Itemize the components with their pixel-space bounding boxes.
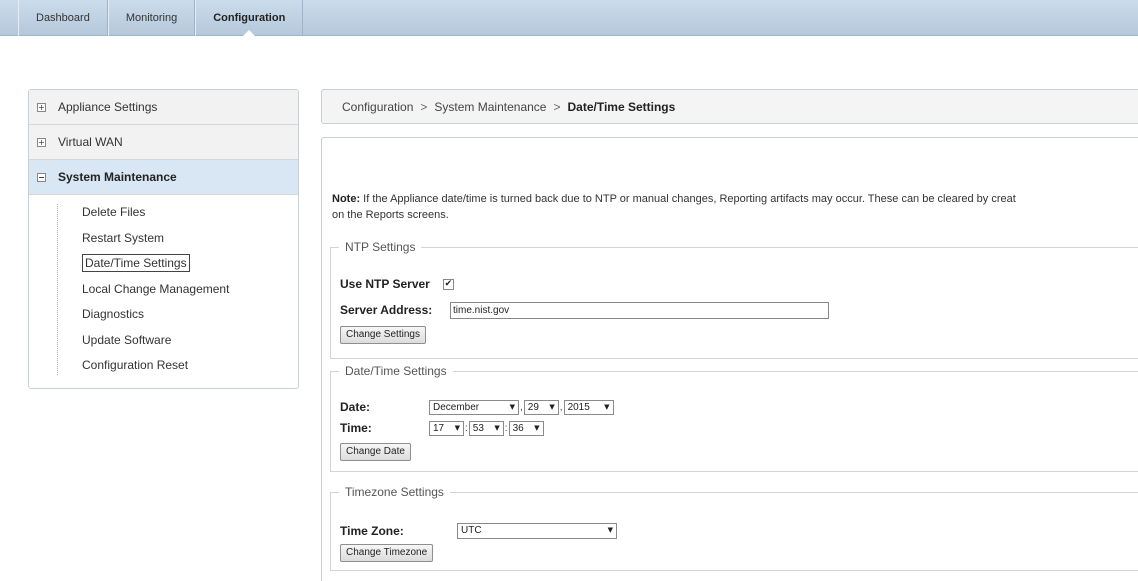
use-ntp-label: Use NTP Server — [340, 277, 430, 291]
date-time-settings-legend: Date/Time Settings — [345, 364, 447, 378]
timezone-value: UTC — [461, 525, 482, 536]
note-label: Note: — [332, 193, 361, 205]
breadcrumb-current-page: Date/Time Settings — [567, 99, 676, 114]
dropdown-arrow-icon: ▼ — [454, 423, 460, 432]
breadcrumb: Configuration > System Maintenance > Dat… — [321, 89, 1138, 124]
minute-select[interactable]: 53 ▼ — [468, 420, 504, 436]
change-date-row: Change Date — [340, 443, 411, 461]
year-select[interactable]: 2015 ▼ — [563, 399, 614, 415]
note-text: Note: If the Appliance date/time is turn… — [332, 191, 1138, 223]
change-timezone-button[interactable]: Change Timezone — [340, 544, 434, 562]
month-value: December — [433, 401, 480, 413]
sidebar-item-configuration-reset[interactable]: Configuration Reset — [37, 353, 298, 379]
date-label: Date: — [340, 400, 371, 414]
use-ntp-row: Use NTP Server ✔ — [340, 275, 454, 293]
dropdown-arrow-icon: ▼ — [509, 402, 515, 411]
tab-monitoring[interactable]: Monitoring — [107, 0, 196, 36]
collapse-icon[interactable]: − — [37, 172, 46, 182]
sidebar-item-update-software[interactable]: Update Software — [37, 328, 298, 354]
tab-dashboard[interactable]: Dashboard — [18, 0, 108, 36]
sidebar-item-label: Delete Files — [82, 205, 146, 219]
sidebar-item-label: Appliance Settings — [58, 100, 158, 114]
sidebar-item-diagnostics[interactable]: Diagnostics — [37, 302, 298, 328]
hour-select[interactable]: 17 ▼ — [429, 420, 464, 436]
sidebar-item-label: Local Change Management — [82, 281, 230, 296]
change-settings-button[interactable]: Change Settings — [340, 326, 426, 344]
server-address-label: Server Address: — [340, 303, 433, 317]
day-value: 29 — [527, 401, 539, 413]
sidebar-item-label: Update Software — [82, 332, 172, 347]
month-select[interactable]: December ▼ — [429, 399, 519, 415]
use-ntp-checkbox[interactable]: ✔ — [442, 278, 454, 290]
day-select[interactable]: 29 ▼ — [523, 399, 559, 415]
ntp-settings-legend: NTP Settings — [345, 240, 416, 254]
top-nav-bar: Dashboard Monitoring Configuration — [0, 0, 1138, 37]
second-value: 36 — [512, 422, 524, 434]
sidebar-item-restart-system[interactable]: Restart System — [37, 226, 298, 252]
sidebar-submenu: Delete Files Restart System Date/Time Se… — [29, 200, 298, 379]
date-time-settings-group: Date/Time Settings — [330, 364, 1138, 472]
dropdown-arrow-icon: ▼ — [607, 526, 613, 534]
sidebar-item-label: Diagnostics — [82, 307, 145, 321]
sidebar-item-label: Configuration Reset — [82, 358, 189, 372]
sidebar-item-system-maintenance[interactable]: − System Maintenance — [29, 160, 298, 195]
breadcrumb-separator-icon: > — [553, 99, 561, 114]
note-line-2: on the Reports screens. — [332, 209, 449, 221]
breadcrumb-configuration[interactable]: Configuration — [342, 100, 413, 114]
second-select[interactable]: 36 ▼ — [508, 420, 544, 436]
date-row: Date: December ▼ , 29 ▼ , 2015 ▼ — [340, 399, 614, 415]
sidebar-item-label: Virtual WAN — [58, 135, 123, 149]
sidebar-item-label: System Maintenance — [58, 170, 177, 184]
change-settings-row: Change Settings — [340, 326, 426, 344]
dropdown-arrow-icon: ▼ — [549, 402, 555, 411]
top-nav-tabs: Dashboard Monitoring Configuration — [18, 0, 304, 37]
ntp-settings-group: NTP Settings — [330, 240, 1138, 359]
dropdown-arrow-icon: ▼ — [604, 402, 610, 411]
server-address-input[interactable] — [450, 301, 829, 319]
tab-configuration[interactable]: Configuration — [195, 0, 304, 37]
timezone-settings-legend: Timezone Settings — [345, 485, 444, 499]
hour-value: 17 — [433, 422, 445, 434]
sidebar-item-local-change-management[interactable]: Local Change Management — [37, 277, 298, 303]
sidebar-item-appliance-settings[interactable]: + Appliance Settings — [29, 90, 298, 125]
server-address-row: Server Address: — [340, 301, 829, 319]
sidebar-item-virtual-wan[interactable]: + Virtual WAN — [29, 125, 298, 160]
expand-icon[interactable]: + — [37, 102, 46, 112]
year-value: 2015 — [567, 401, 590, 413]
sidebar-item-delete-files[interactable]: Delete Files — [37, 200, 298, 226]
sidebar-item-date-time-settings[interactable]: Date/Time Settings — [37, 251, 298, 277]
tab-monitoring-label: Monitoring — [125, 12, 178, 24]
sidebar-item-label: Date/Time Settings — [82, 254, 190, 272]
dropdown-arrow-icon: ▼ — [494, 423, 500, 432]
breadcrumb-system-maintenance[interactable]: System Maintenance — [434, 100, 546, 114]
tab-configuration-label: Configuration — [213, 12, 286, 24]
expand-icon[interactable]: + — [37, 137, 46, 147]
sidebar-item-label: Restart System — [82, 230, 165, 245]
change-date-button[interactable]: Change Date — [340, 443, 411, 461]
time-label: Time: — [340, 421, 372, 435]
active-tab-pointer-icon — [242, 30, 257, 37]
timezone-select[interactable]: UTC ▼ — [457, 522, 617, 539]
timezone-label: Time Zone: — [340, 523, 404, 538]
dropdown-arrow-icon: ▼ — [534, 423, 540, 432]
breadcrumb-separator-icon: > — [420, 99, 428, 114]
note-line-1: If the Appliance date/time is turned bac… — [360, 193, 1016, 205]
timezone-row: Time Zone: UTC ▼ — [340, 522, 617, 539]
time-row: Time: 17 ▼ : 53 ▼ : 36 ▼ — [340, 420, 544, 436]
tab-dashboard-label: Dashboard — [36, 12, 90, 24]
minute-value: 53 — [472, 422, 484, 434]
sidebar-tree: + Appliance Settings + Virtual WAN − Sys… — [28, 89, 299, 389]
change-timezone-row: Change Timezone — [340, 544, 434, 562]
